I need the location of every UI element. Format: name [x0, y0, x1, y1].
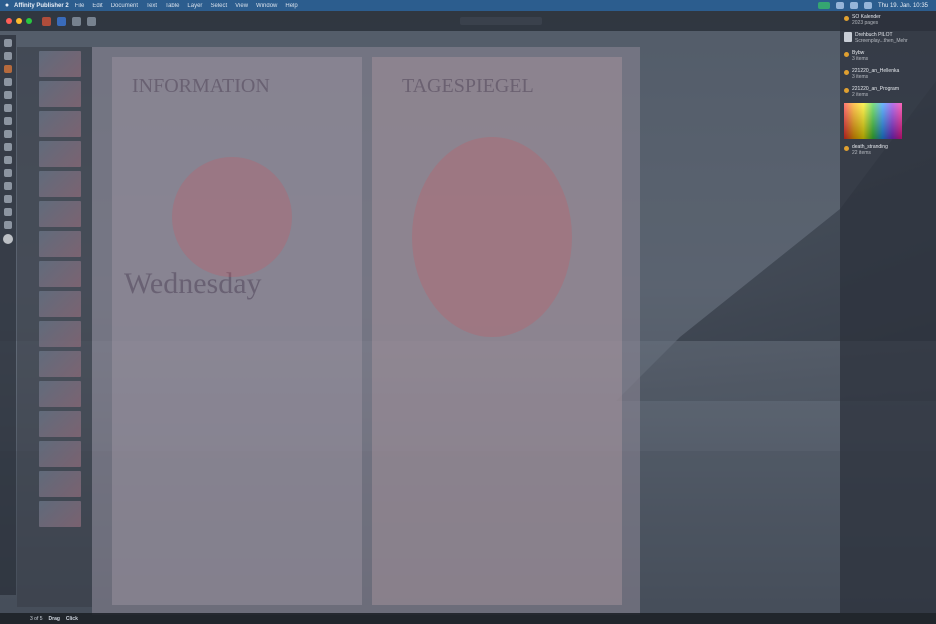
document-icon [844, 32, 852, 42]
menu-document[interactable]: Document [111, 3, 138, 9]
file-item[interactable]: 221220_an_Program 2 items [840, 83, 936, 101]
clock[interactable]: Thu 19. Jan. 10:35 [878, 3, 928, 9]
ellipse-tool-icon[interactable] [4, 130, 12, 138]
page-thumbnail[interactable] [39, 171, 81, 197]
menu-window[interactable]: Window [256, 3, 277, 9]
picture-frame-tool-icon[interactable] [4, 143, 12, 151]
toolbar-tool-icon[interactable] [72, 16, 81, 26]
search-icon[interactable] [849, 2, 858, 9]
page-thumbnail[interactable] [39, 291, 81, 317]
status-bar: 3 of 5 Drag Click [0, 613, 936, 624]
file-item[interactable]: Drehbuch PILOT Screenplay...then_Mehr [840, 29, 936, 47]
file-sub: 2 items [852, 92, 869, 98]
page-thumbnail[interactable] [39, 201, 81, 227]
app-menu[interactable]: Affinity Publisher 2 [14, 3, 69, 9]
file-sub: 22 items [852, 150, 871, 156]
tag-dot-icon [844, 88, 849, 93]
menubar-tray: Thu 19. Jan. 10:35 [817, 2, 936, 9]
file-sub: 3 items [852, 74, 869, 80]
file-sub: Screenplay...then_Mehr [855, 38, 908, 44]
page-thumbnail[interactable] [39, 231, 81, 257]
publisher-window: INFORMATION Wednesday TAGESPIEGEL [0, 11, 936, 615]
page-thumbnail[interactable] [39, 81, 81, 107]
frame-text-tool-icon[interactable] [4, 65, 12, 73]
tag-dot-icon [844, 146, 849, 151]
page-thumbnail[interactable] [39, 441, 81, 467]
hand-tool-icon[interactable] [4, 208, 12, 216]
page-thumbnail[interactable] [39, 261, 81, 287]
menu-layer[interactable]: Layer [187, 3, 202, 9]
place-tool-icon[interactable] [4, 182, 12, 190]
swatches-palette[interactable] [844, 103, 902, 139]
toolbar-tool-icon[interactable] [87, 16, 96, 26]
document-tab[interactable] [460, 17, 542, 25]
window-toolbar [0, 11, 936, 31]
page-right[interactable]: TAGESPIEGEL [372, 57, 622, 605]
menu-edit[interactable]: Edit [92, 3, 102, 9]
page-indicator[interactable]: 3 of 5 [30, 616, 43, 622]
crop-tool-icon[interactable] [4, 169, 12, 177]
control-center-icon[interactable] [863, 2, 872, 9]
move-tool-icon[interactable] [4, 39, 12, 47]
tag-dot-icon [844, 16, 849, 21]
close-window-button[interactable] [6, 18, 12, 24]
page-thumbnail[interactable] [39, 411, 81, 437]
menu-text[interactable]: Text [146, 3, 157, 9]
page-thumbnail[interactable] [39, 321, 81, 347]
artistic-text-tool-icon[interactable] [4, 52, 12, 60]
document-canvas[interactable]: INFORMATION Wednesday TAGESPIEGEL [92, 47, 640, 615]
page-image [412, 137, 572, 337]
file-item[interactable]: 221220_an_Hellenka 3 items [840, 65, 936, 83]
apple-icon[interactable]: ● [0, 2, 14, 9]
menu-table[interactable]: Table [165, 3, 179, 9]
menu-view[interactable]: View [235, 3, 248, 9]
tools-panel [0, 35, 16, 595]
pen-tool-icon[interactable] [4, 91, 12, 99]
minimize-window-button[interactable] [16, 18, 22, 24]
color-well-icon[interactable] [3, 234, 13, 244]
page-thumbnail[interactable] [39, 51, 81, 77]
pages-panel [17, 47, 92, 607]
page-thumbnail[interactable] [39, 381, 81, 407]
publisher-persona-icon[interactable] [57, 16, 66, 26]
status-tray-icon[interactable] [817, 2, 830, 9]
zoom-window-button[interactable] [26, 18, 32, 24]
fill-tool-icon[interactable] [4, 156, 12, 164]
wifi-icon[interactable] [835, 2, 844, 9]
finder-stack-panel: SO Kalender 2023 pages Drehbuch PILOT Sc… [840, 11, 936, 613]
persona-icon[interactable] [42, 16, 51, 26]
status-hint-label: Drag [48, 615, 60, 622]
page-thumbnail[interactable] [39, 141, 81, 167]
tag-dot-icon [844, 52, 849, 57]
zoom-tool-icon[interactable] [4, 221, 12, 229]
page-thumbnail[interactable] [39, 471, 81, 497]
pencil-tool-icon[interactable] [4, 104, 12, 112]
rectangle-tool-icon[interactable] [4, 117, 12, 125]
page-thumbnail[interactable] [39, 501, 81, 527]
file-sub: 3 items [852, 56, 869, 62]
page-left[interactable]: INFORMATION Wednesday [112, 57, 362, 605]
file-item[interactable]: Bybw 3 items [840, 47, 936, 65]
page-heading-right: TAGESPIEGEL [402, 75, 534, 97]
menu-help[interactable]: Help [285, 3, 297, 9]
file-sub: 2023 pages [852, 20, 879, 26]
table-tool-icon[interactable] [4, 78, 12, 86]
menu-file[interactable]: File [75, 3, 85, 9]
status-hint-action: Click [65, 615, 78, 622]
page-heading-left: INFORMATION [132, 75, 270, 97]
macos-menubar: ● Affinity Publisher 2 File Edit Documen… [0, 0, 936, 11]
page-thumbnail[interactable] [39, 111, 81, 137]
page-image [172, 157, 292, 277]
file-item[interactable]: death_stranding 22 items [840, 141, 936, 159]
menu-select[interactable]: Select [210, 3, 227, 9]
tag-dot-icon [844, 70, 849, 75]
page-thumbnail[interactable] [39, 351, 81, 377]
color-picker-tool-icon[interactable] [4, 195, 12, 203]
file-item[interactable]: SO Kalender 2023 pages [840, 11, 936, 29]
